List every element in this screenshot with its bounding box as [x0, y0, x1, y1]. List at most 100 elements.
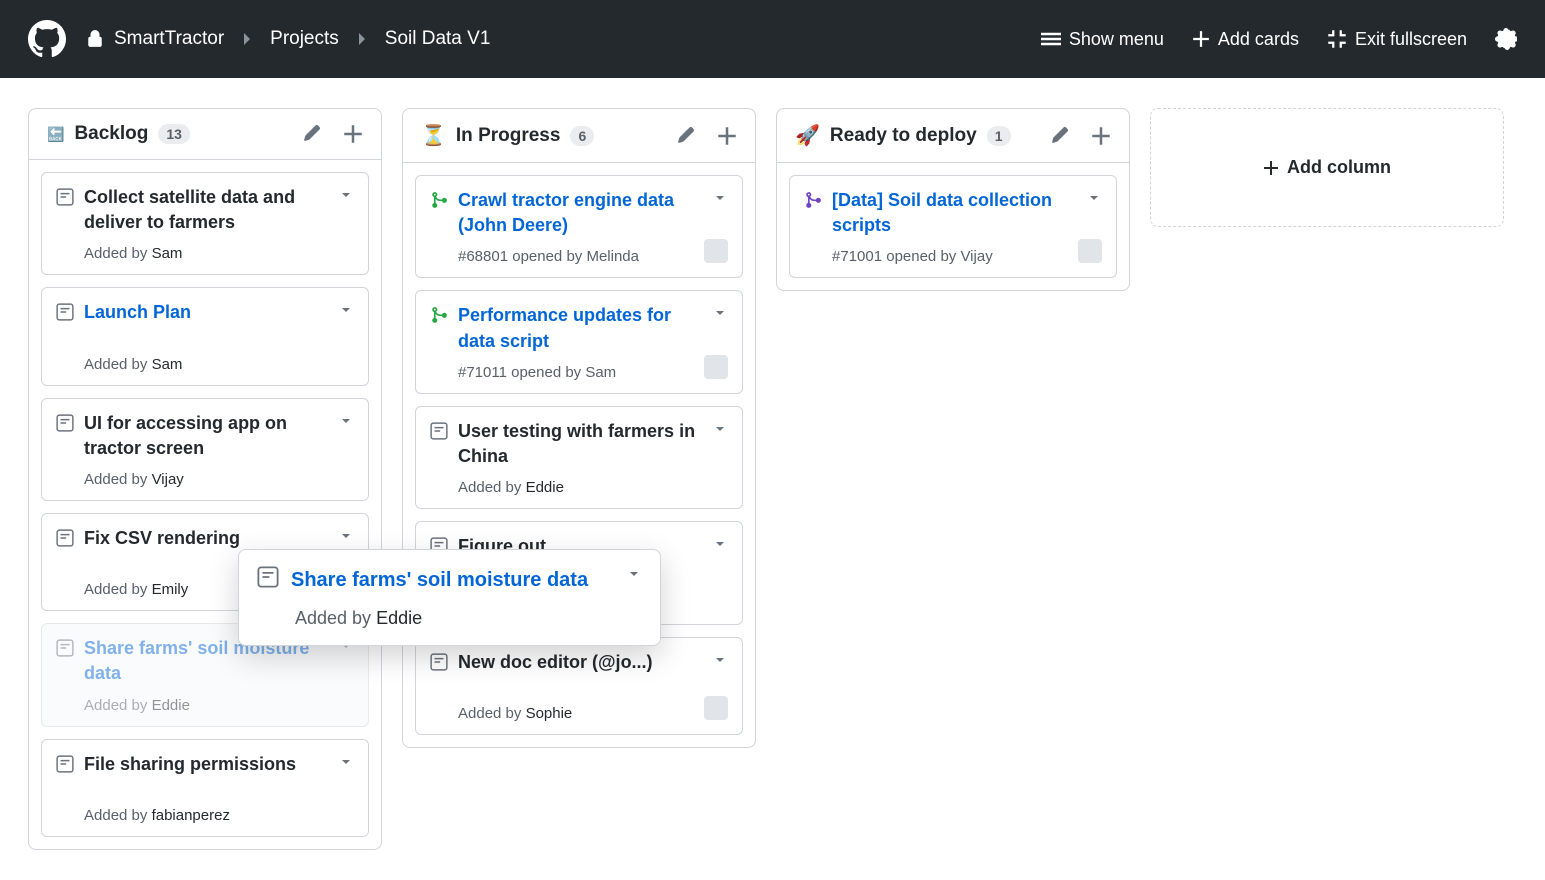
pull-request-merged-icon	[804, 191, 822, 209]
card-meta: Added by Sophie	[458, 705, 728, 722]
exit-fullscreen-icon	[1327, 29, 1347, 49]
card-meta: Added by Sam	[84, 356, 354, 373]
card-menu-button[interactable]	[1086, 190, 1102, 206]
board-card[interactable]: Collect satellite data and deliver to fa…	[41, 172, 369, 275]
breadcrumb: SmartTractor Projects Soil Data V1	[86, 28, 490, 50]
github-logo-icon[interactable]	[28, 20, 66, 58]
column-edit-button[interactable]	[1051, 126, 1069, 146]
chevron-right-icon	[242, 31, 252, 47]
card-menu-button[interactable]	[712, 190, 728, 206]
add-cards-label: Add cards	[1218, 29, 1299, 50]
column-header: 🚀Ready to deploy1	[777, 109, 1129, 163]
dragging-card[interactable]: Share farms' soil moisture data Added by…	[238, 549, 661, 646]
column-add-button[interactable]	[1091, 126, 1111, 146]
card-menu-button[interactable]	[712, 305, 728, 321]
card-meta: Added by fabianperez	[84, 807, 354, 824]
card-menu-button[interactable]	[712, 652, 728, 668]
board-card[interactable]: File sharing permissions Added by fabianp…	[41, 739, 369, 837]
column-body: Collect satellite data and deliver to fa…	[29, 160, 381, 849]
note-icon	[430, 653, 448, 671]
board-card[interactable]: User testing with farmers in China Added …	[415, 406, 743, 509]
board-card[interactable]: [Data] Soil data collection scripts #7100…	[789, 175, 1117, 278]
column-add-button[interactable]	[717, 126, 737, 146]
card-title: UI for accessing app on tractor screen	[84, 411, 328, 461]
card-title[interactable]: Crawl tractor engine data (John Deere)	[458, 188, 702, 238]
assignee-avatar[interactable]	[704, 355, 728, 379]
board-card[interactable]: Crawl tractor engine data (John Deere) #6…	[415, 175, 743, 278]
breadcrumb-repo-label: SmartTractor	[114, 28, 224, 50]
plus-icon	[1263, 160, 1279, 176]
header-right: Show menu Add cards Exit fullscreen	[1041, 28, 1517, 50]
card-title[interactable]: Launch Plan	[84, 300, 328, 325]
board-column: ⏳ In Progress 6 Crawl tractor engine data (…	[402, 108, 756, 748]
show-menu-button[interactable]: Show menu	[1041, 29, 1164, 50]
column-header: 🔙Backlog13	[29, 109, 381, 160]
breadcrumb-projects-label: Projects	[270, 28, 339, 50]
card-title: User testing with farmers in China	[458, 419, 702, 469]
column-count-badge: 13	[158, 124, 190, 144]
breadcrumb-project-name-label: Soil Data V1	[385, 28, 491, 50]
column-title: Backlog	[74, 123, 148, 145]
card-menu-button[interactable]	[338, 302, 354, 318]
column-header: ⏳ In Progress 6	[403, 109, 755, 163]
column-add-button[interactable]	[343, 124, 363, 144]
plus-icon	[1192, 30, 1210, 48]
settings-button[interactable]	[1495, 28, 1517, 50]
board-card[interactable]: Launch Plan Added by Sam	[41, 287, 369, 385]
column-body: [Data] Soil data collection scripts #7100…	[777, 163, 1129, 290]
breadcrumb-projects[interactable]: Projects	[270, 28, 339, 50]
card-meta: Added by Vijay	[84, 471, 354, 488]
column-title: Ready to deploy	[830, 125, 977, 147]
note-icon	[257, 566, 279, 588]
card-meta: Added by Eddie	[458, 479, 728, 496]
header-left: SmartTractor Projects Soil Data V1	[28, 20, 1041, 58]
card-title: New doc editor (@jo...)	[458, 650, 702, 675]
card-menu-button[interactable]	[338, 187, 354, 203]
card-title: Collect satellite data and deliver to fa…	[84, 185, 328, 235]
column-title: In Progress	[456, 125, 561, 147]
assignee-avatar[interactable]	[704, 696, 728, 720]
board-card[interactable]: New doc editor (@jo...) Added by Sophie	[415, 637, 743, 735]
note-icon	[430, 422, 448, 440]
card-meta: Added by Sam	[84, 245, 354, 262]
card-title[interactable]: Performance updates for data script	[458, 303, 702, 353]
gear-icon	[1495, 28, 1517, 50]
card-menu-button[interactable]	[338, 413, 354, 429]
column-edit-button[interactable]	[677, 126, 695, 146]
card-meta: #68801 opened by Melinda	[458, 248, 728, 265]
chevron-right-icon	[357, 31, 367, 47]
column-edit-button[interactable]	[303, 124, 321, 144]
card-menu-button[interactable]	[712, 536, 728, 552]
card-title: File sharing permissions	[84, 752, 328, 777]
project-board: 🔙Backlog13Collect satellite data and del…	[0, 78, 1545, 880]
lock-icon	[86, 30, 104, 48]
note-icon	[56, 303, 74, 321]
card-menu-button[interactable]	[338, 528, 354, 544]
assignee-avatar[interactable]	[1078, 239, 1102, 263]
card-menu-button[interactable]	[712, 421, 728, 437]
note-icon	[56, 188, 74, 206]
column-count-badge: 6	[570, 126, 594, 146]
column-emoji-icon: ⏳	[421, 123, 446, 148]
board-card[interactable]: Performance updates for data script #7101…	[415, 290, 743, 393]
dragging-card-title: Share farms' soil moisture data	[291, 566, 614, 594]
add-column-button[interactable]: Add column	[1150, 108, 1504, 227]
breadcrumb-repo[interactable]: SmartTractor	[86, 28, 224, 50]
card-menu-button[interactable]	[338, 754, 354, 770]
top-header: SmartTractor Projects Soil Data V1 Show …	[0, 0, 1545, 78]
assignee-avatar[interactable]	[704, 239, 728, 263]
column-body: Crawl tractor engine data (John Deere) #6…	[403, 163, 755, 747]
add-cards-button[interactable]: Add cards	[1192, 29, 1299, 50]
card-title: Fix CSV rendering	[84, 526, 328, 551]
card-meta: #71011 opened by Sam	[458, 364, 728, 381]
card-title[interactable]: [Data] Soil data collection scripts	[832, 188, 1076, 238]
board-card[interactable]: UI for accessing app on tractor screen Ad…	[41, 398, 369, 501]
exit-fullscreen-button[interactable]: Exit fullscreen	[1327, 29, 1467, 50]
show-menu-label: Show menu	[1069, 29, 1164, 50]
exit-fullscreen-label: Exit fullscreen	[1355, 29, 1467, 50]
note-icon	[56, 755, 74, 773]
breadcrumb-project-name[interactable]: Soil Data V1	[385, 28, 491, 50]
chevron-down-icon[interactable]	[626, 566, 642, 582]
pull-request-open-icon	[430, 306, 448, 324]
card-meta: #71001 opened by Vijay	[832, 248, 1102, 265]
